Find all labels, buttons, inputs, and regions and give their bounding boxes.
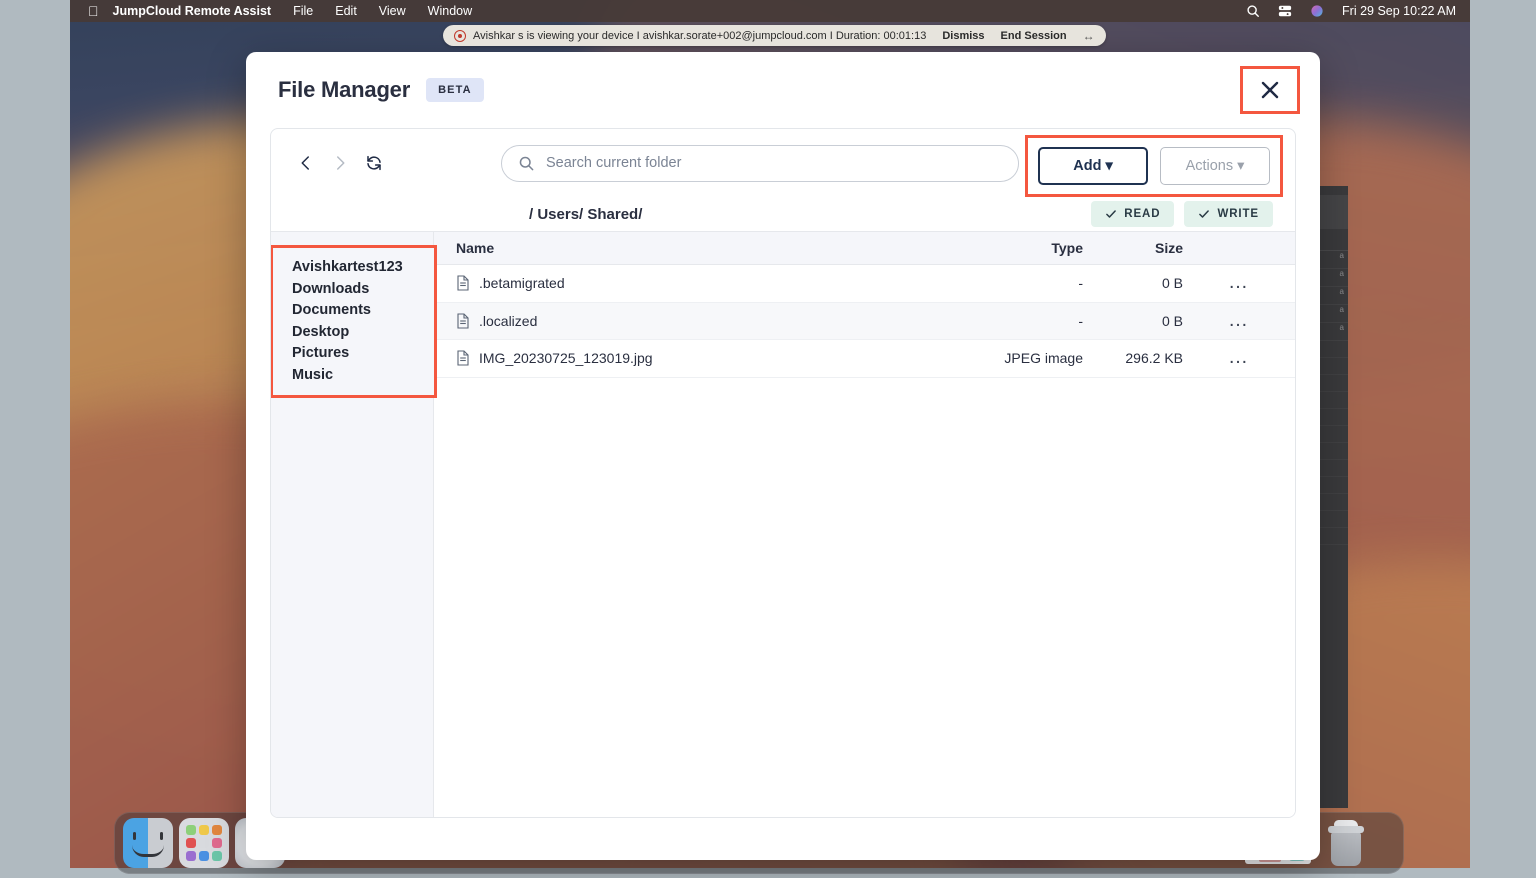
page-title: File Manager [278,77,411,102]
add-button[interactable]: Add ▾ [1038,147,1148,185]
table-row[interactable]: .betamigrated - 0 B … [434,265,1295,303]
siri-icon[interactable] [1310,4,1324,18]
resize-arrows-icon[interactable]: ↔ [1083,29,1095,43]
search-box[interactable] [501,144,1019,182]
finder-smile [132,845,164,857]
file-table: Name Type Size .betamigrated - 0 B … .lo… [434,232,1295,817]
ellipsis-icon: … [1228,346,1250,369]
sidebar-item-pictures[interactable]: Pictures [273,343,434,365]
sidebar-item-documents[interactable]: Documents [273,300,434,322]
file-size-cell: 296.2 KB [1125,350,1183,367]
file-name-cell: .localized [434,313,935,329]
refresh-button[interactable] [357,146,391,180]
back-button[interactable] [289,146,323,180]
finder-icon[interactable] [123,818,173,868]
file-manager-dialog: File Manager BETA Search current folder … [246,52,1320,860]
file-name-cell: IMG_20230725_123019.jpg [434,350,935,366]
file-browser-body: Avishkartest123 Downloads Documents Desk… [271,231,1295,817]
sidebar-item-desktop[interactable]: Desktop [273,322,434,344]
file-size-cell: 0 B [1161,312,1183,329]
file-name-cell: .betamigrated [434,275,935,291]
ellipsis-icon: … [1228,308,1250,331]
file-icon [457,275,469,291]
sidebar-item-music[interactable]: Music [273,365,434,387]
menu-view[interactable]: View [379,4,406,18]
forward-button[interactable] [323,146,357,180]
actions-button-label: Actions [1185,158,1234,174]
caret-down-icon: ▾ [1105,158,1113,174]
search-icon [519,156,534,170]
row-menu-button[interactable]: … [1183,271,1295,294]
file-icon [457,313,469,329]
write-permission-label: WRITE [1217,208,1259,220]
file-name-label: .localized [479,312,538,329]
row-menu-button[interactable]: … [1183,308,1295,331]
folder-list-highlight: Avishkartest123 Downloads Documents Desk… [271,245,437,398]
check-icon [1106,210,1117,218]
apple-icon[interactable]:  [88,4,99,18]
file-size-cell: 0 B [1161,275,1183,292]
permissions-group: READ WRITE [1091,201,1273,227]
file-icon [457,350,469,366]
menubar-app-name[interactable]: JumpCloud Remote Assist [113,4,272,18]
dismiss-button[interactable]: Dismiss [942,30,984,42]
screen: a a a a a JumpCloud Remote Assist File E… [0,0,1536,878]
read-permission-label: READ [1124,208,1161,220]
path-and-permissions-bar: / Users/ Shared/ READ WRITE [271,197,1295,231]
sidebar-item-downloads[interactable]: Downloads [273,279,434,301]
file-browser-panel: Add ▾ Actions ▾ / Users/ Shared/ READ [270,128,1296,818]
end-session-button[interactable]: End Session [1001,30,1067,42]
file-name-label: .betamigrated [479,275,565,292]
actions-button[interactable]: Actions ▾ [1160,147,1270,185]
menubar-clock[interactable]: Fri 29 Sep 10:22 AM [1342,4,1456,18]
table-row[interactable]: .localized - 0 B … [434,302,1295,340]
file-type-cell: JPEG image [1004,350,1083,367]
trash-lid [1328,826,1364,833]
file-name-label: IMG_20230725_123019.jpg [479,350,653,367]
read-permission-badge: READ [1091,201,1175,227]
menu-edit[interactable]: Edit [335,4,357,18]
session-message: Avishkar s is viewing your device I avis… [473,29,927,42]
folder-sidebar: Avishkartest123 Downloads Documents Desk… [271,232,437,817]
macos-menubar:  JumpCloud Remote Assist File Edit View… [70,0,1470,22]
check-icon [1199,210,1210,218]
table-header-row: Name Type Size [434,232,1295,265]
eye-icon [454,29,466,42]
add-button-label: Add [1073,158,1102,174]
remote-session-banner: Avishkar s is viewing your device I avis… [443,25,1106,46]
menu-window[interactable]: Window [428,4,472,18]
file-type-cell: - [1078,275,1083,292]
caret-down-icon: ▾ [1237,158,1245,174]
trash-can [1331,832,1361,866]
file-type-cell: - [1078,312,1083,329]
column-header-size[interactable]: Size [1083,240,1183,256]
ellipsis-icon: … [1228,271,1250,294]
sidebar-item-avishkartest123[interactable]: Avishkartest123 [273,257,434,279]
write-permission-badge: WRITE [1184,201,1273,227]
action-buttons-group: Add ▾ Actions ▾ [1025,135,1283,197]
breadcrumb[interactable]: / Users/ Shared/ [529,206,642,223]
row-menu-button[interactable]: … [1183,346,1295,369]
search-icon[interactable] [1246,4,1260,18]
dialog-header: File Manager BETA [246,52,1320,128]
launchpad-icon[interactable] [179,818,229,868]
search-input[interactable] [546,155,1002,171]
close-button[interactable] [1240,66,1300,114]
file-browser-toolbar: Add ▾ Actions ▾ [271,129,1295,197]
column-header-type[interactable]: Type [935,240,1083,256]
trash-icon[interactable] [1323,818,1369,868]
beta-badge: BETA [426,78,484,102]
column-header-name[interactable]: Name [434,240,935,256]
table-row[interactable]: IMG_20230725_123019.jpg JPEG image 296.2… [434,340,1295,378]
menu-file[interactable]: File [293,4,313,18]
finder-eyes [133,832,163,840]
control-center-icon[interactable] [1278,4,1292,18]
